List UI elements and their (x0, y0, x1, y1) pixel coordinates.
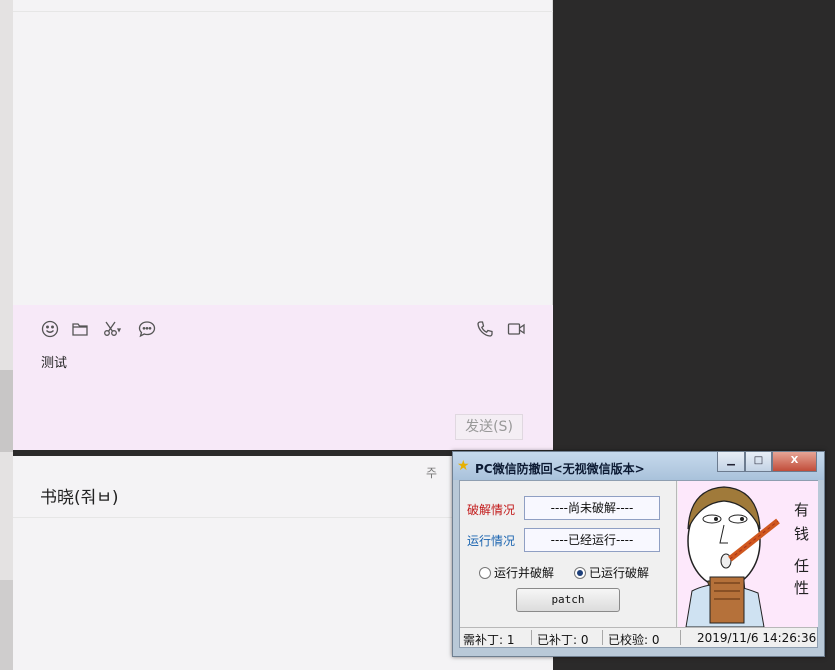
meme-image: 有 钱 任 性 (678, 481, 818, 627)
side-text-1: 有 (794, 501, 810, 519)
verified-count: 已校验: 0 (608, 633, 660, 647)
patched-count: 已补丁: 0 (537, 633, 589, 647)
message-input[interactable]: 测试 (41, 352, 67, 371)
send-button[interactable]: 发送(S) (455, 414, 523, 440)
divider (13, 11, 553, 12)
close-button[interactable]: X (772, 452, 817, 472)
radio-label: 运行并破解 (494, 566, 555, 580)
run-status-value: ----已经运行---- (524, 528, 660, 552)
dialog-titlebar[interactable]: ★ PC微信防撤回<无视微信版本> ▁ □ X (453, 452, 824, 480)
sidebar-edge-lower (0, 580, 13, 670)
scissors-icon[interactable] (101, 319, 123, 339)
radio-label: 已运行破解 (589, 566, 650, 580)
folder-icon[interactable] (69, 319, 91, 339)
run-status-label: 运行情况 (467, 534, 516, 548)
status-divider (531, 630, 532, 645)
radio-dot-selected[interactable] (574, 566, 586, 579)
radio-dot[interactable] (479, 566, 491, 579)
side-text-3: 任 (794, 557, 810, 575)
message-composer[interactable]: 测试 发送(S) (13, 305, 553, 450)
chat-window: 测试 发送(S) (13, 0, 553, 450)
status-datetime: 2019/11/6 14:26:36 (697, 631, 817, 645)
video-call-icon[interactable] (505, 319, 527, 339)
minimize-button[interactable]: ▁ (717, 452, 745, 472)
dialog-body: 破解情况 ----尚未破解---- 运行情况 ----已经运行---- 运行并破… (459, 480, 818, 648)
star-icon: ★ (457, 458, 470, 474)
radio-already-running[interactable]: 已运行破解 (574, 564, 649, 581)
maximize-button[interactable]: □ (745, 452, 772, 472)
side-text-4: 性 (794, 579, 810, 597)
patch-button[interactable]: patch (516, 588, 620, 612)
chat-bubble-icon[interactable] (136, 319, 158, 339)
crack-status-label: 破解情况 (467, 503, 516, 517)
side-text-2: 钱 (794, 525, 810, 543)
radio-run-and-crack[interactable]: 运行并破解 (479, 564, 554, 581)
sidebar-edge (0, 370, 13, 452)
need-patch-count: 需补丁: 1 (463, 633, 515, 647)
status-bar: 需补丁: 1 已补丁: 0 已校验: 0 2019/11/6 14:26:36 (460, 627, 817, 647)
emoji-icon[interactable] (39, 319, 61, 339)
status-divider (602, 630, 603, 645)
contact-name[interactable]: 书晓(줘ㅂ) (40, 483, 119, 508)
pin-icon[interactable]: 주 (426, 464, 437, 481)
status-divider (680, 630, 681, 645)
crack-status-value: ----尚未破解---- (524, 496, 660, 520)
dialog-title: PC微信防撤回<无视微信版本> (475, 462, 645, 476)
patch-dialog: ★ PC微信防撤回<无视微信版本> ▁ □ X 破解情况 ----尚未破解---… (452, 451, 825, 657)
phone-icon[interactable] (474, 319, 496, 339)
left-panel-edge (0, 0, 13, 670)
control-panel: 破解情况 ----尚未破解---- 运行情况 ----已经运行---- 运行并破… (460, 481, 677, 627)
